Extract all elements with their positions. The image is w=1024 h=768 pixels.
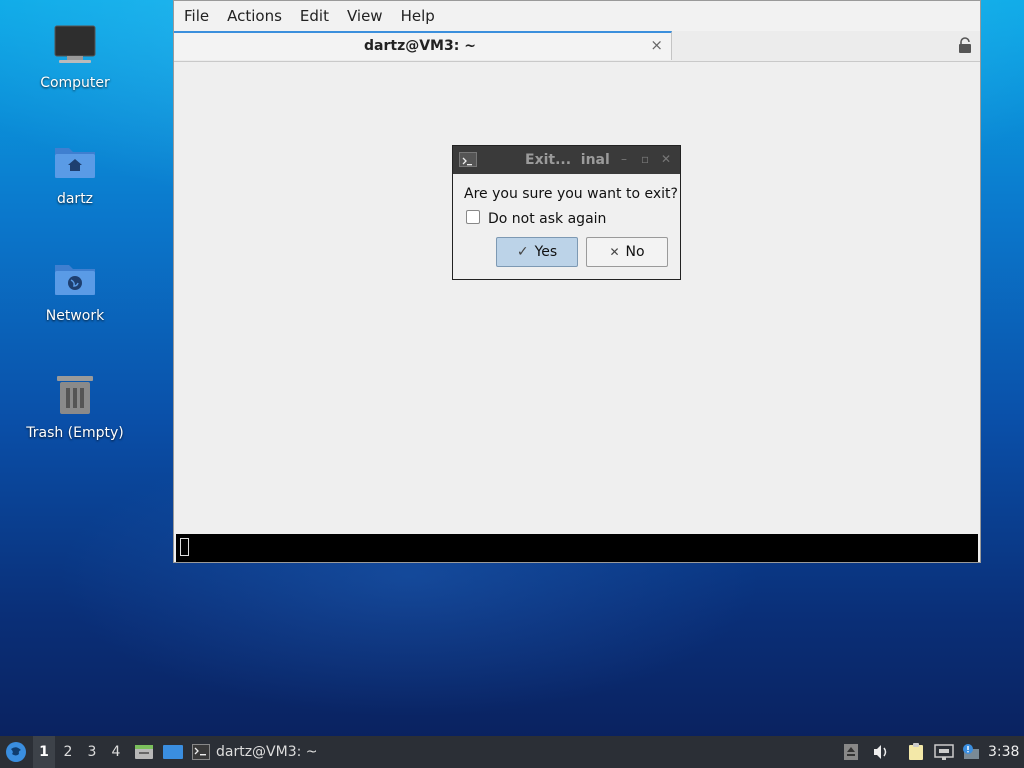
minimize-icon[interactable]: – [621,152,627,166]
close-icon[interactable]: ✕ [661,152,671,166]
lock-icon[interactable] [958,37,972,53]
show-desktop-icon [163,745,183,759]
terminal-app-icon [459,152,477,167]
menu-help[interactable]: Help [395,1,447,31]
file-manager-launcher[interactable] [134,736,154,768]
x-icon: ✕ [609,245,620,259]
menu-bar: File Actions Edit View Help [174,1,980,31]
start-menu-button[interactable] [4,736,28,768]
show-desktop-button[interactable] [162,736,184,768]
menu-actions[interactable]: Actions [221,1,294,31]
clipboard-icon[interactable] [906,736,926,768]
update-notification-icon[interactable] [960,736,982,768]
maximize-icon[interactable]: ▫ [641,152,649,166]
no-button[interactable]: ✕ No [586,237,668,267]
desktop-icon-trash[interactable]: Trash (Empty) [15,372,135,442]
tray-eject-icon[interactable] [842,736,860,768]
volume-icon[interactable] [870,736,892,768]
desktop-icon-home-folder[interactable]: dartz [15,138,135,208]
workspace-2[interactable]: 2 [57,736,79,768]
taskbar: 1 2 3 4 dartz@VM3: ~ 3:38 [0,736,1024,768]
desktop-icon-label: Network [45,308,105,324]
taskbar-item-label: dartz@VM3: ~ [216,744,318,760]
home-folder-icon [51,138,99,186]
computer-icon [51,22,99,70]
terminal-window: File Actions Edit View Help dartz@VM3: ~… [173,0,981,563]
workspace-3[interactable]: 3 [81,736,103,768]
network-status-icon[interactable] [933,736,955,768]
desktop-icon-label: Trash (Empty) [26,425,124,441]
workspace-4[interactable]: 4 [105,736,127,768]
text-cursor [180,538,189,556]
desktop-icon-computer[interactable]: Computer [15,22,135,92]
yes-button-label: Yes [534,244,558,260]
terminal-output-area[interactable] [176,534,978,562]
menu-view[interactable]: View [341,1,395,31]
terminal-icon [192,744,210,760]
clock[interactable]: 3:38 [988,736,1019,768]
dialog-titlebar[interactable]: Exit... inal – ▫ ✕ [453,146,680,174]
no-button-label: No [625,244,645,260]
network-folder-icon [51,255,99,303]
tab-title: dartz@VM3: ~ [364,38,476,54]
file-manager-icon [135,745,153,759]
dialog-message: Are you sure you want to exit? [464,186,678,202]
tab-bar: dartz@VM3: ~ × [174,31,980,62]
menu-edit[interactable]: Edit [294,1,341,31]
taskbar-item-terminal[interactable]: dartz@VM3: ~ [192,736,352,768]
desktop-icon-label: Computer [40,75,110,91]
checkbox-label[interactable]: Do not ask again [488,211,606,227]
tab-close-icon[interactable]: × [650,36,663,54]
desktop-icon-label: dartz [56,191,94,207]
desktop-icon-network[interactable]: Network [15,255,135,325]
exit-dialog: Exit... inal – ▫ ✕ Are you sure you want… [452,145,681,280]
desktop: Computer dartz Network Trash (Empty) Fil… [0,0,1024,768]
yes-button[interactable]: ✓ Yes [496,237,578,267]
check-icon: ✓ [516,244,529,260]
do-not-ask-checkbox[interactable] [466,210,480,224]
menu-file[interactable]: File [178,1,221,31]
trash-icon [51,372,99,420]
app-menu-icon [6,742,26,762]
tab-terminal[interactable]: dartz@VM3: ~ × [174,31,672,60]
dialog-title: Exit... inal [525,152,610,168]
workspace-1[interactable]: 1 [33,736,55,768]
